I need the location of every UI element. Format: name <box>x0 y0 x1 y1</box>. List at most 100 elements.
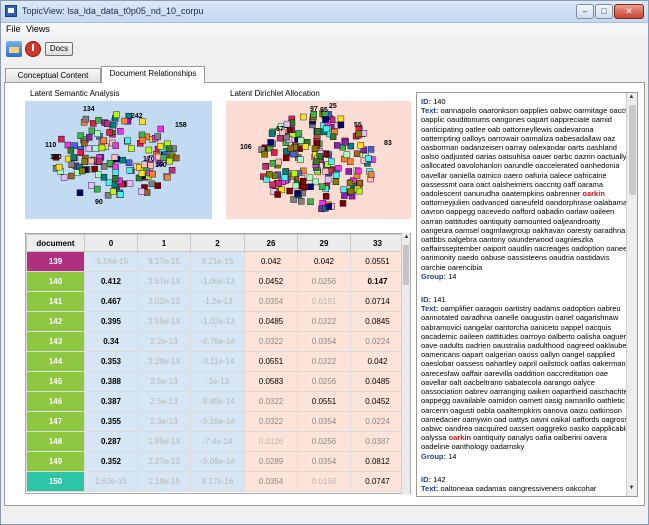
document-marker[interactable] <box>166 157 173 165</box>
document-marker[interactable] <box>268 130 276 137</box>
document-marker[interactable] <box>346 158 354 165</box>
document-marker[interactable] <box>275 158 282 166</box>
table-cell[interactable]: 0.0583 <box>244 371 298 392</box>
document-marker[interactable] <box>77 132 84 139</box>
document-marker[interactable] <box>106 129 113 136</box>
document-marker[interactable] <box>86 134 93 141</box>
table-cell[interactable]: 2.27e-13 <box>137 451 191 472</box>
table-cell[interactable]: 2.28e-13 <box>137 351 191 372</box>
document-marker[interactable] <box>269 160 277 167</box>
table-row[interactable]: 146 0.387 2.5e-13 -9.99e-14 0.0322 0.0551 0.04… <box>26 391 405 412</box>
document-marker[interactable] <box>286 187 293 195</box>
table-cell[interactable]: 0.352 <box>84 451 138 472</box>
table-cell[interactable]: 2.67e-13 <box>137 271 191 292</box>
table-cell[interactable]: 0.0551 <box>350 251 405 272</box>
document-marker[interactable] <box>311 145 319 152</box>
document-marker[interactable] <box>117 191 124 198</box>
document-marker[interactable] <box>60 174 68 181</box>
tab-document-relationships[interactable]: Document Relationships <box>101 66 205 83</box>
table-cell[interactable]: -8.76e-14 <box>190 331 245 352</box>
document-marker[interactable] <box>67 147 75 154</box>
table-cell[interactable]: 9.17e-15 <box>137 251 191 272</box>
table-cell[interactable]: 0.387 <box>84 391 138 412</box>
document-marker[interactable] <box>329 133 337 140</box>
document-id-cell[interactable]: 144 <box>26 351 85 372</box>
table-cell[interactable]: 8.17e-16 <box>190 471 245 492</box>
document-marker[interactable] <box>341 192 348 199</box>
document-marker[interactable] <box>100 173 108 181</box>
table-row[interactable]: 144 0.353 2.28e-13 -9.11e-14 0.0551 0.0322 0.0… <box>26 351 405 372</box>
document-marker[interactable] <box>354 167 362 175</box>
document-marker[interactable] <box>157 143 164 150</box>
table-cell[interactable]: 0.0485 <box>244 311 298 332</box>
table-cell[interactable]: 0.0224 <box>350 331 405 352</box>
column-header[interactable]: 26 <box>244 234 298 252</box>
document-marker[interactable] <box>110 188 117 195</box>
table-cell[interactable]: 0.0551 <box>244 351 298 372</box>
document-marker[interactable] <box>276 135 284 142</box>
document-marker[interactable] <box>297 197 305 205</box>
document-marker[interactable] <box>271 149 278 156</box>
table-row[interactable]: 139 -5.56e-15 9.17e-15 8.21e-15 0.042 0.042 0.… <box>26 251 405 272</box>
document-marker[interactable] <box>357 142 365 149</box>
document-marker[interactable] <box>88 181 95 189</box>
document-marker[interactable] <box>112 163 119 171</box>
table-row[interactable]: 143 0.34 2.2e-13 -8.76e-14 0.0322 0.0354 0.022… <box>26 331 405 352</box>
document-marker[interactable] <box>313 158 320 165</box>
document-marker[interactable] <box>297 156 304 163</box>
document-id-cell[interactable]: 150 <box>26 471 85 492</box>
document-marker[interactable] <box>112 142 119 149</box>
table-row[interactable]: 150 2.63e-15 1.18e-15 8.17e-16 0.0354 0.0158 0… <box>26 471 405 492</box>
table-row[interactable]: 149 0.352 2.27e-13 -9.08e-14 0.0289 0.0354 0.0… <box>26 451 405 472</box>
document-marker[interactable] <box>289 150 297 158</box>
document-marker[interactable] <box>283 120 291 128</box>
document-marker[interactable] <box>292 182 300 190</box>
document-marker[interactable] <box>269 181 276 189</box>
scroll-up-icon[interactable]: ▲ <box>403 234 410 241</box>
document-marker[interactable] <box>261 151 268 158</box>
document-marker[interactable] <box>138 188 145 195</box>
document-id-cell[interactable]: 142 <box>26 311 85 332</box>
document-marker[interactable] <box>173 154 180 162</box>
document-marker[interactable] <box>367 146 375 153</box>
table-cell[interactable]: 0.0322 <box>297 311 351 332</box>
table-cell[interactable]: -7.4e-14 <box>190 431 245 452</box>
table-cell[interactable]: 0.287 <box>84 431 138 452</box>
document-marker[interactable] <box>68 172 75 180</box>
document-marker[interactable] <box>95 117 102 124</box>
table-cell[interactable]: 0.0126 <box>244 431 298 452</box>
table-cell[interactable]: 0.0191 <box>297 291 351 312</box>
table-cell[interactable]: 2.63e-15 <box>84 471 138 492</box>
table-cell[interactable]: 0.355 <box>84 411 138 432</box>
document-marker[interactable] <box>283 154 290 162</box>
table-cell[interactable]: 0.0845 <box>350 311 405 332</box>
table-cell[interactable]: 0.0354 <box>297 331 351 352</box>
lsa-scatter-plot[interactable]: 134 242 158 110 150 170 160 90 <box>25 101 212 219</box>
table-cell[interactable]: 1.85e-13 <box>137 431 191 452</box>
document-marker[interactable] <box>322 193 330 200</box>
table-cell[interactable]: 0.467 <box>84 291 138 312</box>
document-marker[interactable] <box>100 137 107 144</box>
table-row[interactable]: 145 0.388 2.5e-13 -1e-13 0.0583 0.0256 0.0485 <box>26 371 405 392</box>
scroll-thumb[interactable] <box>629 105 636 195</box>
table-cell[interactable]: 0.395 <box>84 311 138 332</box>
table-cell[interactable]: -1.2e-13 <box>190 291 245 312</box>
column-header[interactable]: 33 <box>350 234 405 252</box>
document-marker[interactable] <box>322 116 329 123</box>
table-cell[interactable]: 0.0485 <box>350 371 405 392</box>
document-marker[interactable] <box>346 179 354 187</box>
table-cell[interactable]: 0.0158 <box>297 471 351 492</box>
table-cell[interactable]: 2.5e-13 <box>137 371 191 392</box>
column-header[interactable]: document <box>26 234 85 252</box>
document-marker[interactable] <box>267 139 274 146</box>
table-cell[interactable]: 0.0354 <box>244 291 298 312</box>
table-cell[interactable]: 0.412 <box>84 271 138 292</box>
document-marker[interactable] <box>81 158 88 165</box>
document-marker[interactable] <box>87 157 95 165</box>
table-cell[interactable]: 0.0812 <box>350 451 405 472</box>
document-marker[interactable] <box>126 167 133 174</box>
table-row[interactable]: 142 0.395 2.55e-13 -1.02e-13 0.0485 0.0322 0.0… <box>26 311 405 332</box>
document-marker[interactable] <box>106 160 114 167</box>
table-scrollbar[interactable]: ▲ <box>401 233 410 494</box>
table-cell[interactable]: -9.16e-14 <box>190 411 245 432</box>
